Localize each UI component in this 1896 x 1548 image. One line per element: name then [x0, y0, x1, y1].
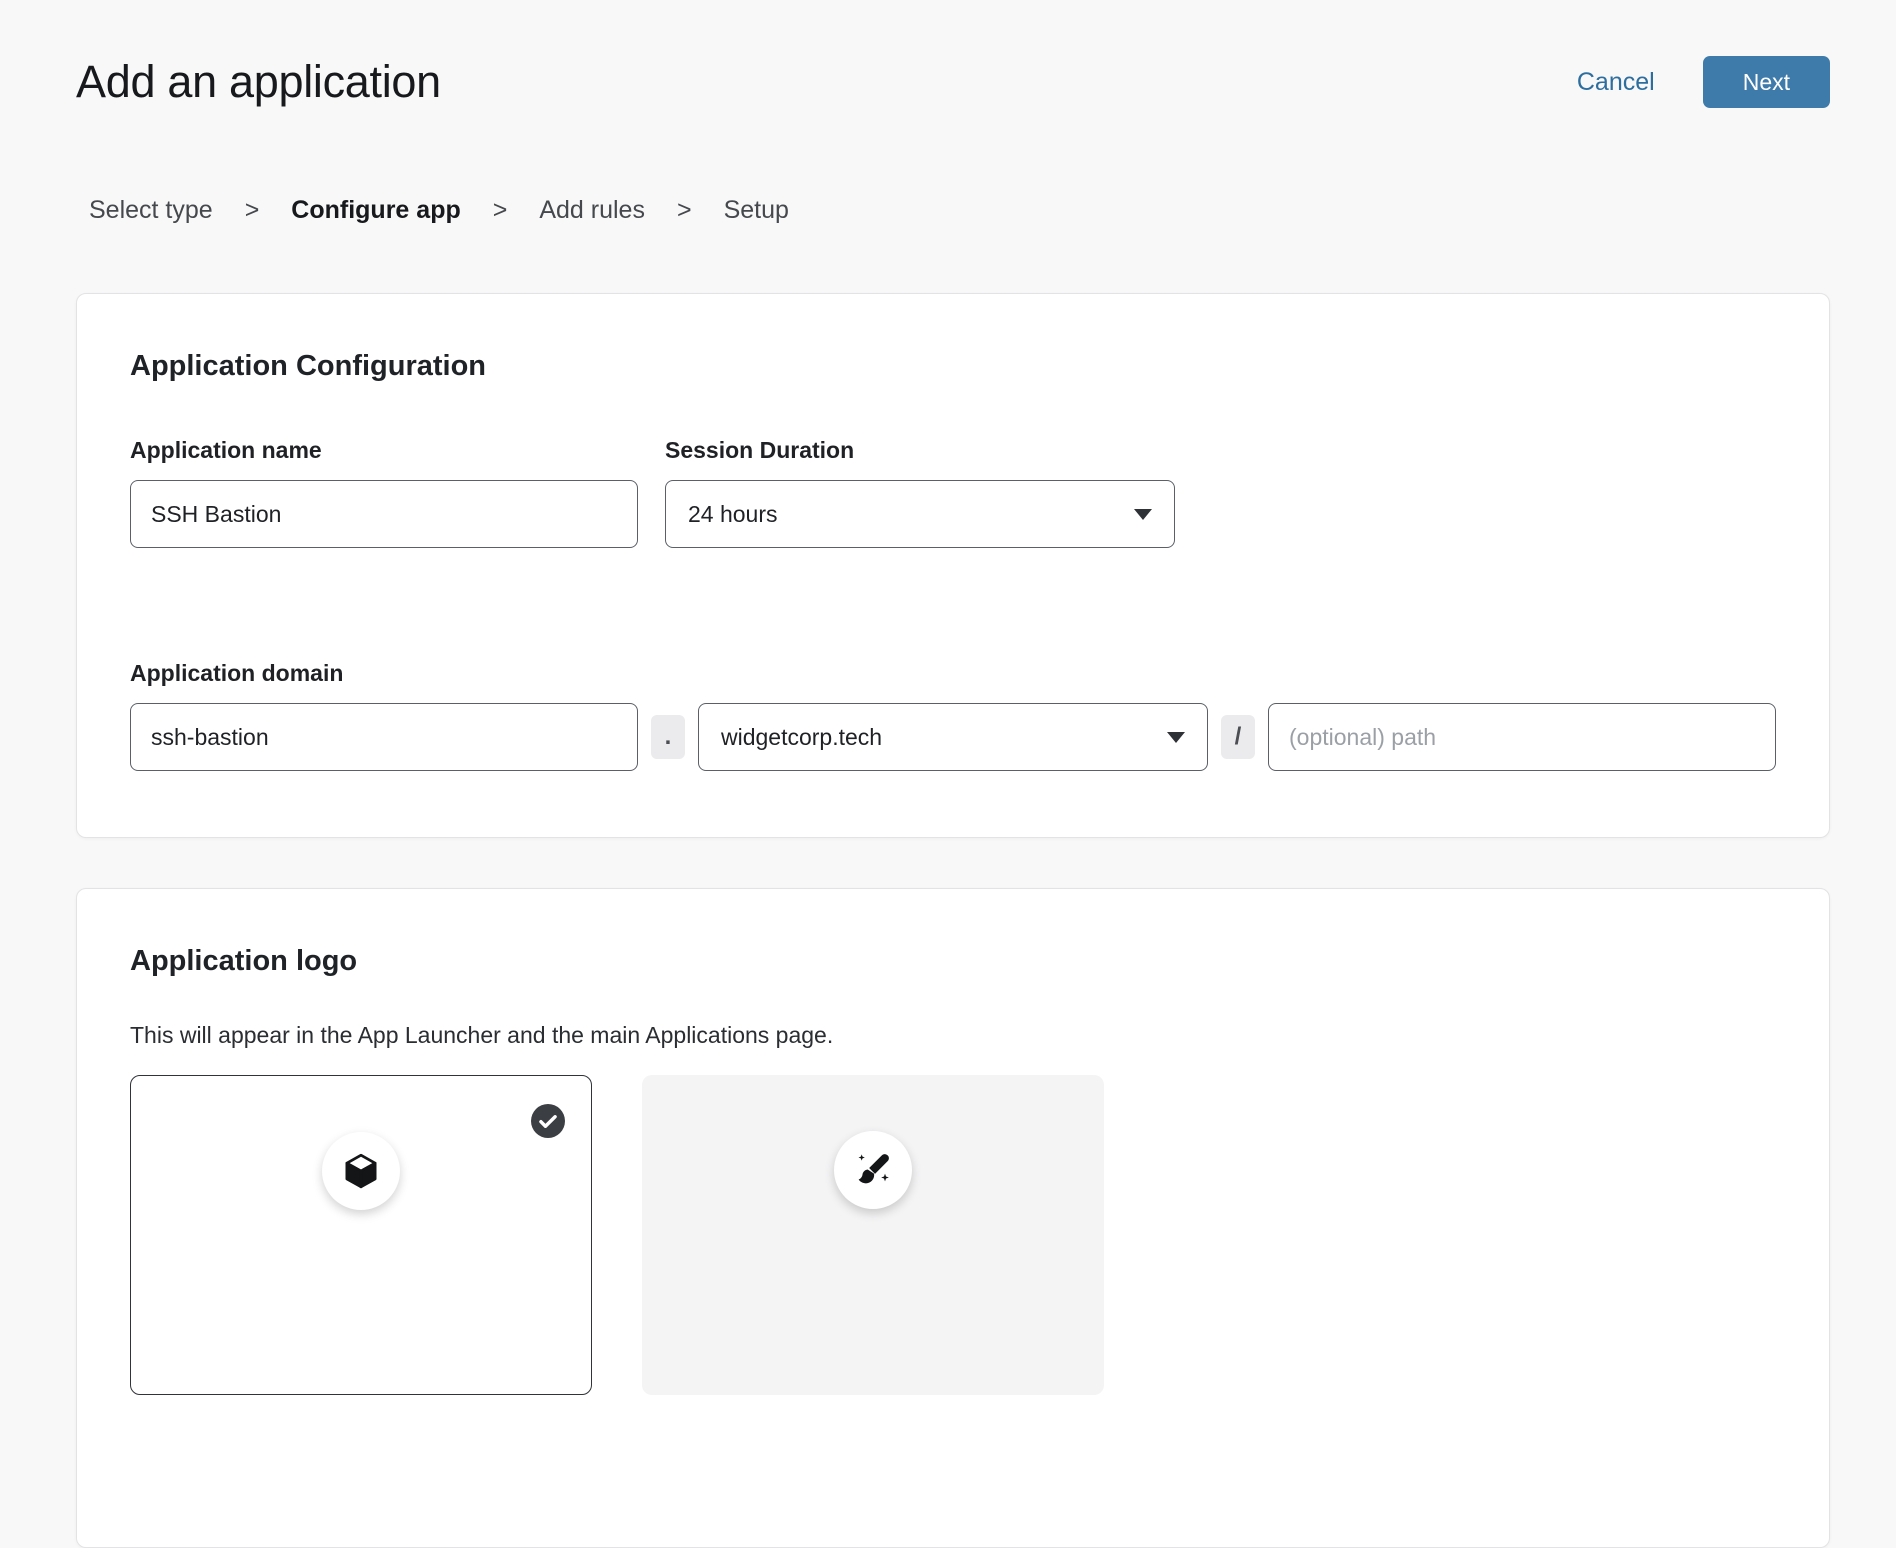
application-name-input[interactable] — [130, 480, 638, 548]
domain-select-value: widgetcorp.tech — [721, 724, 882, 751]
cube-icon — [322, 1132, 400, 1210]
step-separator: > — [245, 196, 260, 225]
session-duration-field: Session Duration 24 hours — [665, 437, 1175, 548]
application-logo-card: Application logo This will appear in the… — [76, 888, 1830, 1548]
cancel-button[interactable]: Cancel — [1577, 68, 1655, 97]
logo-options — [130, 1075, 1776, 1395]
chevron-down-icon — [1134, 509, 1152, 520]
logo-description: This will appear in the App Launcher and… — [130, 1022, 1776, 1049]
next-button[interactable]: Next — [1703, 56, 1830, 108]
application-configuration-heading: Application Configuration — [130, 350, 1776, 383]
session-duration-value: 24 hours — [688, 501, 778, 528]
chevron-down-icon — [1167, 732, 1185, 743]
header-actions: Cancel Next — [1577, 56, 1830, 108]
subdomain-input[interactable] — [130, 703, 638, 771]
breadcrumb: Select type > Configure app > Add rules … — [89, 196, 1896, 225]
application-domain-field: Application domain . widgetcorp.tech / — [130, 660, 1776, 771]
page: Add an application Cancel Next Select ty… — [0, 0, 1896, 1548]
session-duration-label: Session Duration — [665, 437, 1175, 464]
logo-option-custom[interactable] — [642, 1075, 1104, 1395]
application-domain-label: Application domain — [130, 660, 1776, 687]
application-domain-row: . widgetcorp.tech / — [130, 703, 1776, 771]
step-separator: > — [677, 196, 692, 225]
application-configuration-card: Application Configuration Application na… — [76, 293, 1830, 838]
session-duration-select[interactable]: 24 hours — [665, 480, 1175, 548]
step-configure-app[interactable]: Configure app — [291, 196, 460, 225]
step-separator: > — [493, 196, 508, 225]
application-name-field: Application name — [130, 437, 638, 548]
step-select-type[interactable]: Select type — [89, 196, 213, 225]
logo-option-default[interactable] — [130, 1075, 592, 1395]
application-name-label: Application name — [130, 437, 638, 464]
step-setup[interactable]: Setup — [724, 196, 789, 225]
paintbrush-icon — [834, 1131, 912, 1209]
page-title: Add an application — [76, 56, 441, 108]
path-input[interactable] — [1268, 703, 1776, 771]
dot-separator: . — [651, 715, 685, 759]
name-session-row: Application name Session Duration 24 hou… — [130, 437, 1776, 548]
domain-select[interactable]: widgetcorp.tech — [698, 703, 1208, 771]
slash-separator: / — [1221, 715, 1255, 759]
selected-check-icon — [531, 1104, 565, 1138]
step-add-rules[interactable]: Add rules — [539, 196, 645, 225]
application-logo-heading: Application logo — [130, 945, 1776, 978]
header: Add an application Cancel Next — [0, 0, 1896, 108]
